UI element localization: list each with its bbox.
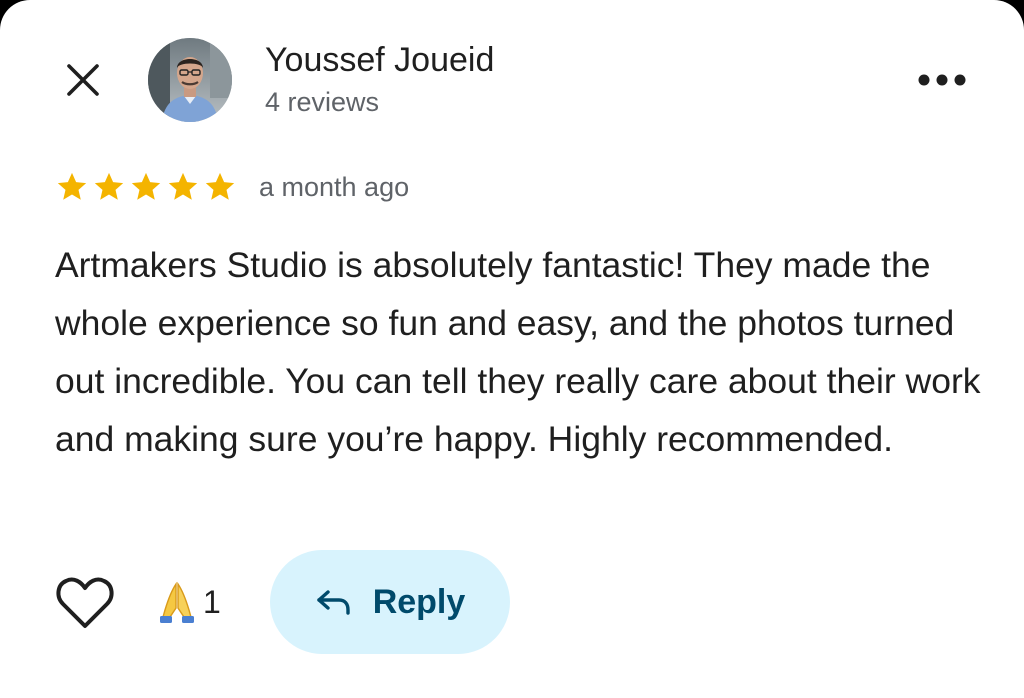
close-button[interactable]: [60, 57, 106, 103]
star-rating: [55, 170, 237, 204]
reaction-count: 1: [203, 583, 221, 620]
review-sheet: Youssef Joueid 4 reviews a month ago Art…: [0, 0, 1024, 698]
reaction-summary[interactable]: 1: [155, 580, 221, 624]
profile-photo: [148, 38, 232, 122]
star-icon: [57, 172, 87, 200]
star-icon: [94, 172, 124, 200]
star-icon: [168, 172, 198, 200]
review-text: Artmakers Studio is absolutely fantastic…: [55, 245, 981, 459]
more-options-button[interactable]: [912, 60, 972, 100]
close-icon: [67, 64, 99, 96]
star-icon: [205, 172, 235, 200]
avatar[interactable]: [148, 38, 232, 122]
heart-outline-icon: [56, 577, 114, 628]
more-horizontal-icon: [918, 74, 966, 86]
author-name[interactable]: Youssef Joueid: [265, 40, 494, 80]
like-button[interactable]: [55, 574, 115, 632]
folded-hands-emoji-icon: [160, 581, 194, 623]
review-date: a month ago: [259, 172, 410, 202]
reply-label: Reply: [372, 582, 466, 621]
star-icon: [131, 172, 161, 200]
reply-arrow-icon: [317, 590, 350, 615]
reply-button[interactable]: Reply: [270, 550, 510, 654]
author-review-count: 4 reviews: [265, 87, 380, 117]
